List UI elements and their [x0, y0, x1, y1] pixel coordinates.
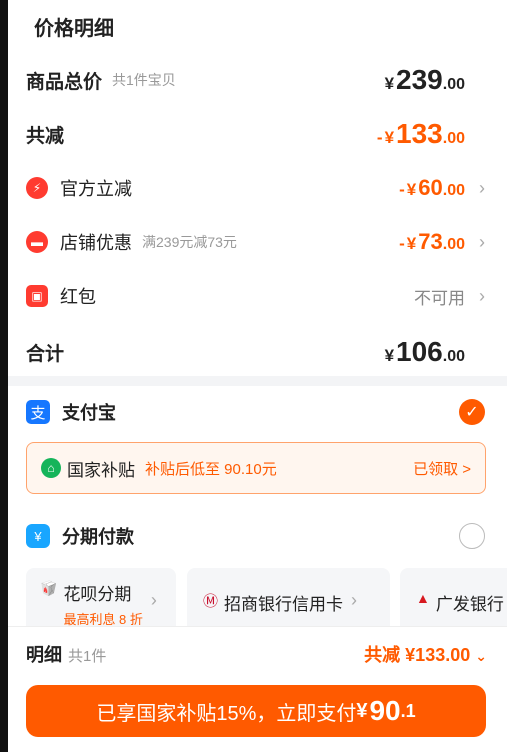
section-divider [8, 376, 507, 386]
price-int: 133 [396, 118, 443, 149]
installment-icon: ¥ [26, 524, 50, 548]
total-price: ¥ 239 .00 [385, 64, 465, 96]
page-title: 价格明细 [34, 18, 114, 40]
sum-price: ¥ 106 .00 [385, 336, 465, 368]
detail-title: 明细 [26, 645, 62, 665]
chevron-right-icon: › [479, 177, 485, 198]
shop-price: - ¥ 73 .00 [399, 229, 465, 255]
subsidy-icon: ⌂ [41, 458, 61, 478]
shop-icon: ▬ [26, 231, 48, 253]
check-icon[interactable]: ✓ [459, 399, 485, 425]
total-row: 商品总价 共1件宝贝 ¥ 239 .00 [26, 60, 507, 100]
price-int: 106 [396, 336, 443, 367]
option-label: 花呗分期 [63, 585, 132, 604]
checkout-sheet: 价格明细 商品总价 共1件宝贝 ¥ 239 .00 共减 - ¥ 133 .00… [0, 0, 507, 752]
cta-int: 90 [369, 695, 401, 726]
left-edge [0, 0, 8, 752]
detail-sub: 共1件 [68, 648, 107, 665]
option-label: 广发银行 [435, 595, 504, 614]
shop-sub: 满239元减73元 [142, 234, 237, 250]
official-price: - ¥ 60 .00 [399, 175, 465, 201]
cta-text: 已享国家补贴15%，立即支付 [96, 702, 357, 725]
sum-row: 合计 ¥ 106 .00 [26, 332, 507, 372]
redpacket-label: 红包 [60, 287, 96, 307]
reduce-label: 共减 [26, 125, 65, 147]
sign: - [399, 180, 405, 199]
radio-button[interactable] [459, 523, 485, 549]
subsidy-claim[interactable]: 已领取 > [413, 458, 471, 479]
bottom-bar: 明细 共1件 共减 ¥133.00 ⌄ 已享国家补贴15%，立即支付 ¥ 90 .… [8, 626, 507, 752]
price-int: 239 [396, 64, 443, 95]
price-dec: .00 [442, 182, 465, 199]
chevron-down-icon: ⌄ [475, 648, 487, 664]
chevron-right-icon: › [150, 590, 157, 610]
bank-icon: Ⓜ [203, 593, 219, 610]
red-packet-icon: ▣ [26, 285, 48, 307]
total-label: 商品总价 [26, 71, 103, 93]
installment-row[interactable]: ¥ 分期付款 [26, 516, 507, 556]
currency: ¥ [384, 128, 395, 147]
subsidy-card[interactable]: ⌂ 国家补贴 补贴后低至 90.10元 已领取 > [26, 442, 486, 494]
reduce-price: - ¥ 133 .00 [377, 118, 465, 150]
price-dec: .00 [442, 130, 465, 147]
subsidy-name: 国家补贴 [67, 460, 135, 480]
detail-label[interactable]: 明细 共1件 [26, 641, 106, 667]
lightning-icon: ⚡ [26, 177, 48, 199]
alipay-label: 支付宝 [62, 403, 116, 423]
sum-label: 合计 [26, 343, 65, 365]
cta-currency: ¥ [356, 699, 368, 722]
currency: ¥ [384, 346, 395, 365]
official-label: 官方立减 [60, 179, 132, 199]
option-label: 招商银行信用卡 [224, 595, 344, 614]
redpacket-row[interactable]: ▣ 红包 不可用 › [26, 276, 507, 316]
price-detail-card: 价格明细 商品总价 共1件宝贝 ¥ 239 .00 共减 - ¥ 133 .00… [8, 0, 507, 376]
price-int: 60 [418, 175, 443, 200]
installment-label: 分期付款 [62, 527, 134, 547]
redpacket-status: 不可用 [414, 288, 465, 308]
payment-section: 支 支付宝 ✓ ⌂ 国家补贴 补贴后低至 90.10元 已领取 > ¥ 分期付款… [8, 386, 507, 638]
shop-row[interactable]: ▬ 店铺优惠 满239元减73元 - ¥ 73 .00 › [26, 222, 507, 262]
official-row[interactable]: ⚡ 官方立减 - ¥ 60 .00 › [26, 168, 507, 208]
installment-options: 🥡 花呗分期 最高利息 8 折 › Ⓜ 招商银行信用卡 › ▲ 广发银行 [26, 568, 507, 638]
currency: ¥ [384, 74, 395, 93]
alipay-icon: 支 [26, 400, 50, 424]
alipay-row[interactable]: 支 支付宝 ✓ [26, 392, 507, 432]
reduce-row: 共减 - ¥ 133 .00 [26, 114, 507, 154]
chevron-right-icon: › [479, 285, 485, 306]
sign: - [399, 234, 405, 253]
price-dec: .00 [442, 348, 465, 365]
chevron-right-icon: › [479, 231, 485, 252]
detail-total[interactable]: 共减 ¥133.00 ⌄ [364, 641, 487, 667]
price-int: 73 [418, 229, 443, 254]
price-dec: .00 [442, 236, 465, 253]
detail-total-text: 共减 ¥133.00 [364, 645, 471, 665]
sign: - [376, 128, 383, 147]
bank-icon: ▲ [416, 590, 430, 606]
pay-button[interactable]: 已享国家补贴15%，立即支付 ¥ 90 .1 [26, 685, 486, 737]
shop-label: 店铺优惠 [60, 233, 132, 253]
currency: ¥ [406, 180, 417, 199]
subsidy-note: 补贴后低至 90.10元 [145, 460, 277, 478]
huabei-icon: 🥡 [40, 580, 58, 596]
total-sub: 共1件宝贝 [112, 72, 176, 88]
chevron-right-icon: › [351, 590, 358, 610]
price-dec: .00 [442, 76, 465, 93]
currency: ¥ [406, 234, 417, 253]
cta-dec: .1 [400, 700, 416, 721]
